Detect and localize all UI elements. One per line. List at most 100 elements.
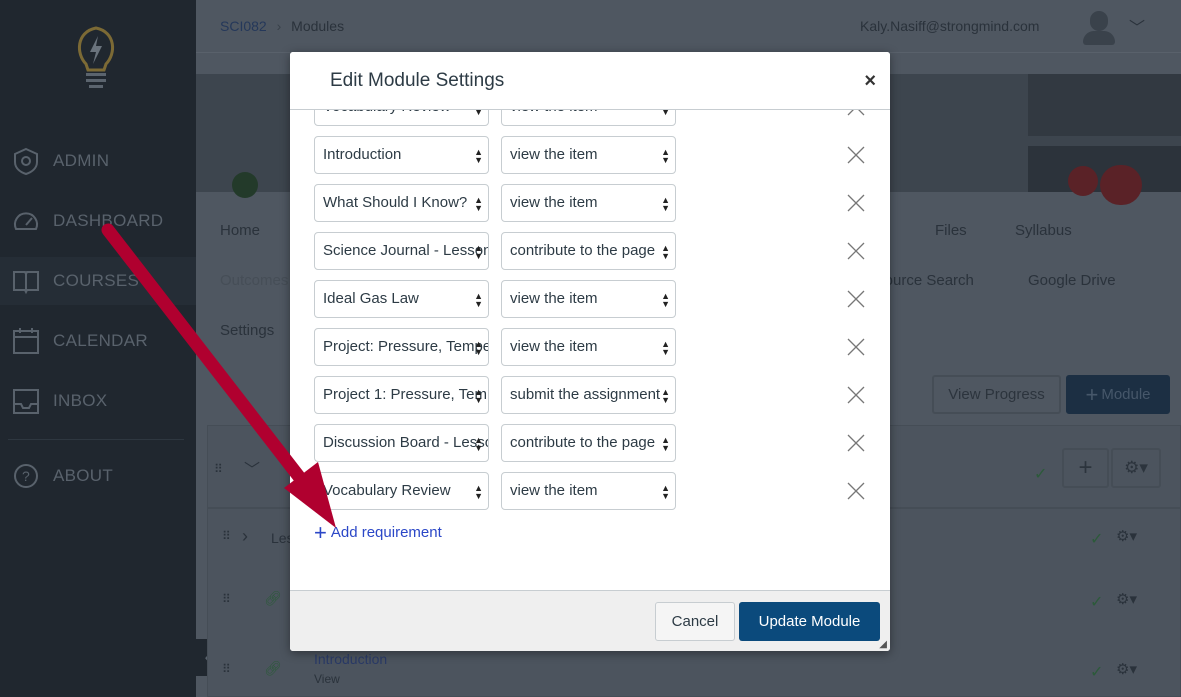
select-arrows-icon: ▲▼ [661, 387, 670, 405]
select-arrows-icon: ▲▼ [474, 483, 483, 501]
select-arrows-icon: ▲▼ [474, 291, 483, 309]
close-icon[interactable]: × [864, 70, 876, 93]
published-check-icon[interactable]: ✓ [1090, 592, 1103, 612]
sidebar-item-calendar[interactable]: CALENDAR [0, 317, 196, 365]
user-menu-chevron-icon[interactable]: ﹀ [1129, 14, 1145, 38]
nav-home[interactable]: Home [220, 222, 260, 239]
update-module-button[interactable]: Update Module [739, 602, 880, 641]
view-progress-button[interactable]: View Progress [932, 375, 1061, 414]
requirement-type-select[interactable]: view the item ▲▼ [501, 184, 676, 222]
remove-requirement-icon[interactable] [846, 433, 866, 453]
requirement-type-select[interactable]: view the item ▲▼ [501, 136, 676, 174]
nav-settings[interactable]: Settings [220, 322, 274, 339]
expand-chevron-icon[interactable]: › [242, 526, 248, 547]
help-icon: ? [14, 464, 38, 488]
remove-requirement-icon[interactable] [846, 385, 866, 405]
breadcrumb-current: Modules [291, 18, 345, 34]
sidebar-item-label: ABOUT [53, 466, 114, 485]
requirement-row: Ideal Gas Law ▲ ▼ view the item ▲ ▼ [314, 280, 874, 318]
top-bar: SCI082 › Modules Kaly.Nasiff@strongmind.… [196, 0, 1181, 53]
requirement-row: What Should I Know? ▲ ▼ view the item ▲ ▼ [314, 184, 874, 222]
remove-requirement-icon[interactable] [846, 241, 866, 261]
select-arrows-icon: ▲▼ [474, 147, 483, 165]
select-arrows-icon: ▲▼ [474, 339, 483, 357]
item-select-value: Discussion Board - Lesson [323, 434, 489, 451]
item-select[interactable]: Introduction ▲ ▼ [314, 136, 489, 174]
requirement-type-value: view the item [510, 338, 598, 355]
item-select[interactable]: Project 1: Pressure, Temperature▲▼ [314, 376, 489, 414]
drag-handle-icon[interactable]: ⠿ [222, 592, 231, 606]
collapse-chevron-icon[interactable]: ﹀ [244, 456, 260, 480]
item-select[interactable]: Vocabulary Review ▲▼ [314, 472, 489, 510]
requirement-type-value: contribute to the page [510, 242, 656, 259]
item-select[interactable]: Project: Pressure, Temperature▲▼ [314, 328, 489, 366]
item-select-value: Project 1: Pressure, Temperature [323, 386, 488, 403]
remove-requirement-icon[interactable] [846, 193, 866, 213]
item-select[interactable]: Vocabulary Review ▲▼ [314, 110, 489, 126]
drag-handle-icon[interactable]: ⠿ [222, 529, 231, 543]
sidebar-item-inbox[interactable]: INBOX [0, 377, 196, 425]
add-module-label: Module [1101, 386, 1151, 403]
add-item-button[interactable]: + [1062, 448, 1109, 488]
item-select[interactable]: What Should I Know? ▲ ▼ [314, 184, 489, 222]
requirements-list[interactable]: Vocabulary Review ▲▼ view the item ▲▼ Intr… [290, 110, 890, 590]
add-module-button[interactable]: + Module [1066, 375, 1170, 414]
published-check-icon[interactable]: ✓ [1034, 464, 1047, 484]
requirement-type-select[interactable]: view the item ▲▼ [501, 280, 676, 318]
nav-files[interactable]: Files [935, 222, 967, 239]
book-icon [13, 271, 39, 295]
requirement-type-select[interactable]: view the item ▲▼ [501, 328, 676, 366]
item-title-link[interactable]: Introduction [314, 651, 387, 667]
item-gear-icon[interactable]: ⚙▾ [1116, 527, 1137, 545]
requirement-row: Vocabulary Review ▲▼ view the item ▲▼ [314, 110, 874, 126]
drag-handle-icon[interactable]: ⠿ [222, 662, 231, 676]
remove-requirement-icon[interactable] [846, 481, 866, 501]
requirement-type-select[interactable]: submit the assignment ▲ ▼ [501, 376, 676, 414]
published-check-icon[interactable]: ✓ [1090, 529, 1103, 549]
sidebar-item-dashboard[interactable]: DASHBOARD [0, 197, 196, 245]
nav-syllabus[interactable]: Syllabus [1015, 222, 1072, 239]
sidebar-item-courses[interactable]: COURSES [0, 257, 196, 305]
remove-requirement-icon[interactable] [846, 289, 866, 309]
item-select[interactable]: Discussion Board - Lesson ▲ ▼ [314, 424, 489, 462]
remove-requirement-icon[interactable] [846, 110, 866, 117]
avatar[interactable] [1083, 11, 1115, 45]
nav-outcomes[interactable]: Outcomes [220, 272, 288, 289]
published-check-icon[interactable]: ✓ [1090, 662, 1103, 682]
remove-requirement-icon[interactable] [846, 145, 866, 165]
sidebar-item-about[interactable]: ? ABOUT [0, 452, 196, 500]
add-requirement-link[interactable]: + Add requirement [314, 521, 442, 543]
select-arrows-icon: ▲▼ [474, 195, 483, 213]
item-select[interactable]: Ideal Gas Law ▲ ▼ [314, 280, 489, 318]
drag-handle-icon[interactable]: ⠿ [214, 462, 223, 476]
requirement-type-select[interactable]: view the item ▲▼ [501, 110, 676, 126]
item-select-value: Project: Pressure, Temperature [323, 338, 489, 355]
cancel-button[interactable]: Cancel [655, 602, 735, 641]
gauge-icon [14, 212, 38, 230]
requirement-row: Vocabulary Review ▲▼ view the item ▲▼ [314, 472, 874, 510]
requirement-row: Project: Pressure, Temperature▲▼ view th… [314, 328, 874, 366]
sidebar-item-admin[interactable]: ADMIN [0, 137, 196, 185]
requirement-type-select[interactable]: view the item ▲▼ [501, 472, 676, 510]
breadcrumb-course-link[interactable]: SCI082 [220, 18, 267, 34]
item-gear-icon[interactable]: ⚙▾ [1116, 660, 1137, 678]
sidebar-item-label: DASHBOARD [53, 211, 164, 230]
select-arrows-icon: ▲▼ [661, 435, 670, 453]
module-settings-gear-icon[interactable]: ⚙▾ [1111, 448, 1161, 488]
requirement-type-select[interactable]: contribute to the page ▲ ▼ [501, 424, 676, 462]
select-arrows-icon: ▲▼ [661, 110, 670, 117]
item-select-value: What Should I Know? [323, 194, 468, 211]
requirement-type-value: submit the assignment [510, 386, 661, 403]
requirement-type-select[interactable]: contribute to the page ▲ ▼ [501, 232, 676, 270]
select-arrows-icon: ▲▼ [661, 243, 670, 261]
item-gear-icon[interactable]: ⚙▾ [1116, 590, 1137, 608]
select-arrows-icon: ▲▼ [661, 483, 670, 501]
requirement-row: Introduction ▲ ▼ view the item ▲ ▼ [314, 136, 874, 174]
resize-handle-icon[interactable]: ◢ [879, 639, 887, 650]
item-select[interactable]: Science Journal - Lesson ▲ ▼ [314, 232, 489, 270]
remove-requirement-icon[interactable] [846, 337, 866, 357]
svg-text:?: ? [22, 468, 30, 484]
nav-google-drive[interactable]: Google Drive [1028, 272, 1116, 289]
item-select-value: Science Journal - Lesson [323, 242, 489, 259]
edit-module-dialog: Edit Module Settings × Vocabulary Review… [290, 52, 890, 651]
